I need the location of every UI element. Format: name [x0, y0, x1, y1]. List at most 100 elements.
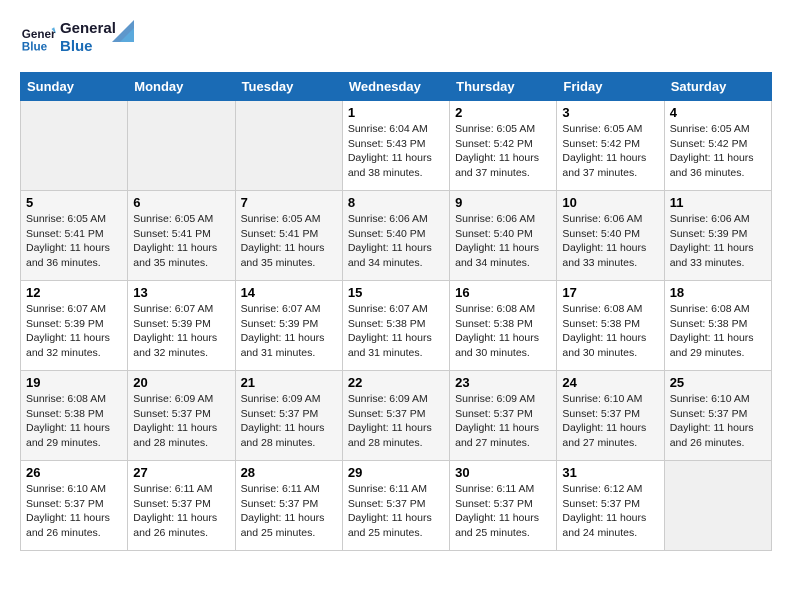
calendar-week-1: 1 Sunrise: 6:04 AM Sunset: 5:43 PM Daylig…: [21, 101, 772, 191]
calendar-cell: 24 Sunrise: 6:10 AM Sunset: 5:37 PM Dayli…: [557, 371, 664, 461]
day-number: 18: [670, 285, 766, 300]
calendar-cell: 12Sunrise: 6:07 AM Sunset: 5:39 PM Dayli…: [21, 281, 128, 371]
day-info: Sunrise: 6:06 AM Sunset: 5:40 PM Dayligh…: [348, 212, 444, 271]
calendar-cell: 16 Sunrise: 6:08 AM Sunset: 5:38 PM Dayli…: [450, 281, 557, 371]
weekday-header-tuesday: Tuesday: [235, 73, 342, 101]
weekday-header-friday: Friday: [557, 73, 664, 101]
day-info: Sunrise: 6:06 AM Sunset: 5:40 PM Dayligh…: [562, 212, 658, 271]
calendar-cell: 4 Sunrise: 6:05 AM Sunset: 5:42 PM Daylig…: [664, 101, 771, 191]
day-number: 3: [562, 105, 658, 120]
calendar-cell: 17Sunrise: 6:08 AM Sunset: 5:38 PM Dayli…: [557, 281, 664, 371]
day-info: Sunrise: 6:04 AM Sunset: 5:43 PM Dayligh…: [348, 122, 444, 181]
calendar-cell: 19 Sunrise: 6:08 AM Sunset: 5:38 PM Dayli…: [21, 371, 128, 461]
calendar-cell: 2 Sunrise: 6:05 AM Sunset: 5:42 PM Daylig…: [450, 101, 557, 191]
day-number: 27: [133, 465, 229, 480]
day-number: 10: [562, 195, 658, 210]
day-number: 11: [670, 195, 766, 210]
day-number: 23: [455, 375, 551, 390]
day-number: 22: [348, 375, 444, 390]
day-info: Sunrise: 6:05 AM Sunset: 5:41 PM Dayligh…: [26, 212, 122, 271]
calendar-cell: 27 Sunrise: 6:11 AM Sunset: 5:37 PM Dayli…: [128, 461, 235, 551]
day-info: Sunrise: 6:08 AM Sunset: 5:38 PM Dayligh…: [455, 302, 551, 361]
page-header: General Blue General Blue: [20, 20, 772, 56]
calendar-cell: 28 Sunrise: 6:11 AM Sunset: 5:37 PM Dayli…: [235, 461, 342, 551]
day-info: Sunrise: 6:10 AM Sunset: 5:37 PM Dayligh…: [670, 392, 766, 451]
day-number: 25: [670, 375, 766, 390]
day-info: Sunrise: 6:07 AM Sunset: 5:39 PM Dayligh…: [241, 302, 337, 361]
svg-text:General: General: [22, 28, 56, 41]
logo-icon: General Blue: [20, 20, 56, 56]
logo-triangle: [112, 20, 134, 42]
calendar-cell: 6 Sunrise: 6:05 AM Sunset: 5:41 PM Daylig…: [128, 191, 235, 281]
weekday-header-row: SundayMondayTuesdayWednesdayThursdayFrid…: [21, 73, 772, 101]
logo-general: General: [60, 20, 116, 38]
day-info: Sunrise: 6:09 AM Sunset: 5:37 PM Dayligh…: [241, 392, 337, 451]
day-number: 14: [241, 285, 337, 300]
day-info: Sunrise: 6:11 AM Sunset: 5:37 PM Dayligh…: [241, 482, 337, 541]
day-info: Sunrise: 6:05 AM Sunset: 5:41 PM Dayligh…: [241, 212, 337, 271]
calendar-table: SundayMondayTuesdayWednesdayThursdayFrid…: [20, 72, 772, 551]
weekday-header-wednesday: Wednesday: [342, 73, 449, 101]
calendar-cell: [21, 101, 128, 191]
day-info: Sunrise: 6:05 AM Sunset: 5:42 PM Dayligh…: [670, 122, 766, 181]
calendar-week-5: 26 Sunrise: 6:10 AM Sunset: 5:37 PM Dayli…: [21, 461, 772, 551]
day-info: Sunrise: 6:09 AM Sunset: 5:37 PM Dayligh…: [133, 392, 229, 451]
logo: General Blue General Blue: [20, 20, 134, 56]
calendar-cell: 29 Sunrise: 6:11 AM Sunset: 5:37 PM Dayli…: [342, 461, 449, 551]
day-number: 4: [670, 105, 766, 120]
day-info: Sunrise: 6:06 AM Sunset: 5:39 PM Dayligh…: [670, 212, 766, 271]
calendar-cell: 15Sunrise: 6:07 AM Sunset: 5:38 PM Dayli…: [342, 281, 449, 371]
calendar-cell: 22 Sunrise: 6:09 AM Sunset: 5:37 PM Dayli…: [342, 371, 449, 461]
day-number: 16: [455, 285, 551, 300]
day-number: 21: [241, 375, 337, 390]
day-number: 8: [348, 195, 444, 210]
day-number: 9: [455, 195, 551, 210]
day-info: Sunrise: 6:09 AM Sunset: 5:37 PM Dayligh…: [348, 392, 444, 451]
calendar-cell: 21 Sunrise: 6:09 AM Sunset: 5:37 PM Dayli…: [235, 371, 342, 461]
day-number: 6: [133, 195, 229, 210]
day-info: Sunrise: 6:07 AM Sunset: 5:39 PM Dayligh…: [26, 302, 122, 361]
day-number: 31: [562, 465, 658, 480]
day-info: Sunrise: 6:12 AM Sunset: 5:37 PM Dayligh…: [562, 482, 658, 541]
day-info: Sunrise: 6:08 AM Sunset: 5:38 PM Dayligh…: [562, 302, 658, 361]
day-number: 26: [26, 465, 122, 480]
day-number: 5: [26, 195, 122, 210]
logo-blue: Blue: [60, 38, 116, 56]
day-number: 28: [241, 465, 337, 480]
calendar-cell: [128, 101, 235, 191]
calendar-week-4: 19 Sunrise: 6:08 AM Sunset: 5:38 PM Dayli…: [21, 371, 772, 461]
day-number: 29: [348, 465, 444, 480]
day-number: 13: [133, 285, 229, 300]
day-number: 30: [455, 465, 551, 480]
calendar-cell: 18Sunrise: 6:08 AM Sunset: 5:38 PM Dayli…: [664, 281, 771, 371]
weekday-header-monday: Monday: [128, 73, 235, 101]
day-number: 19: [26, 375, 122, 390]
day-info: Sunrise: 6:10 AM Sunset: 5:37 PM Dayligh…: [26, 482, 122, 541]
day-info: Sunrise: 6:05 AM Sunset: 5:42 PM Dayligh…: [455, 122, 551, 181]
calendar-cell: 10 Sunrise: 6:06 AM Sunset: 5:40 PM Dayli…: [557, 191, 664, 281]
weekday-header-saturday: Saturday: [664, 73, 771, 101]
calendar-cell: [235, 101, 342, 191]
day-info: Sunrise: 6:10 AM Sunset: 5:37 PM Dayligh…: [562, 392, 658, 451]
day-info: Sunrise: 6:07 AM Sunset: 5:39 PM Dayligh…: [133, 302, 229, 361]
day-info: Sunrise: 6:11 AM Sunset: 5:37 PM Dayligh…: [133, 482, 229, 541]
day-number: 2: [455, 105, 551, 120]
calendar-cell: 1 Sunrise: 6:04 AM Sunset: 5:43 PM Daylig…: [342, 101, 449, 191]
day-info: Sunrise: 6:05 AM Sunset: 5:41 PM Dayligh…: [133, 212, 229, 271]
weekday-header-sunday: Sunday: [21, 73, 128, 101]
calendar-cell: 5 Sunrise: 6:05 AM Sunset: 5:41 PM Daylig…: [21, 191, 128, 281]
calendar-cell: 20 Sunrise: 6:09 AM Sunset: 5:37 PM Dayli…: [128, 371, 235, 461]
day-info: Sunrise: 6:07 AM Sunset: 5:38 PM Dayligh…: [348, 302, 444, 361]
day-number: 24: [562, 375, 658, 390]
calendar-cell: 3Sunrise: 6:05 AM Sunset: 5:42 PM Daylig…: [557, 101, 664, 191]
calendar-cell: 31 Sunrise: 6:12 AM Sunset: 5:37 PM Dayli…: [557, 461, 664, 551]
day-number: 1: [348, 105, 444, 120]
day-info: Sunrise: 6:11 AM Sunset: 5:37 PM Dayligh…: [348, 482, 444, 541]
day-info: Sunrise: 6:09 AM Sunset: 5:37 PM Dayligh…: [455, 392, 551, 451]
calendar-cell: [664, 461, 771, 551]
day-number: 20: [133, 375, 229, 390]
svg-text:Blue: Blue: [22, 41, 48, 54]
day-info: Sunrise: 6:06 AM Sunset: 5:40 PM Dayligh…: [455, 212, 551, 271]
day-info: Sunrise: 6:08 AM Sunset: 5:38 PM Dayligh…: [26, 392, 122, 451]
calendar-cell: 25 Sunrise: 6:10 AM Sunset: 5:37 PM Dayli…: [664, 371, 771, 461]
